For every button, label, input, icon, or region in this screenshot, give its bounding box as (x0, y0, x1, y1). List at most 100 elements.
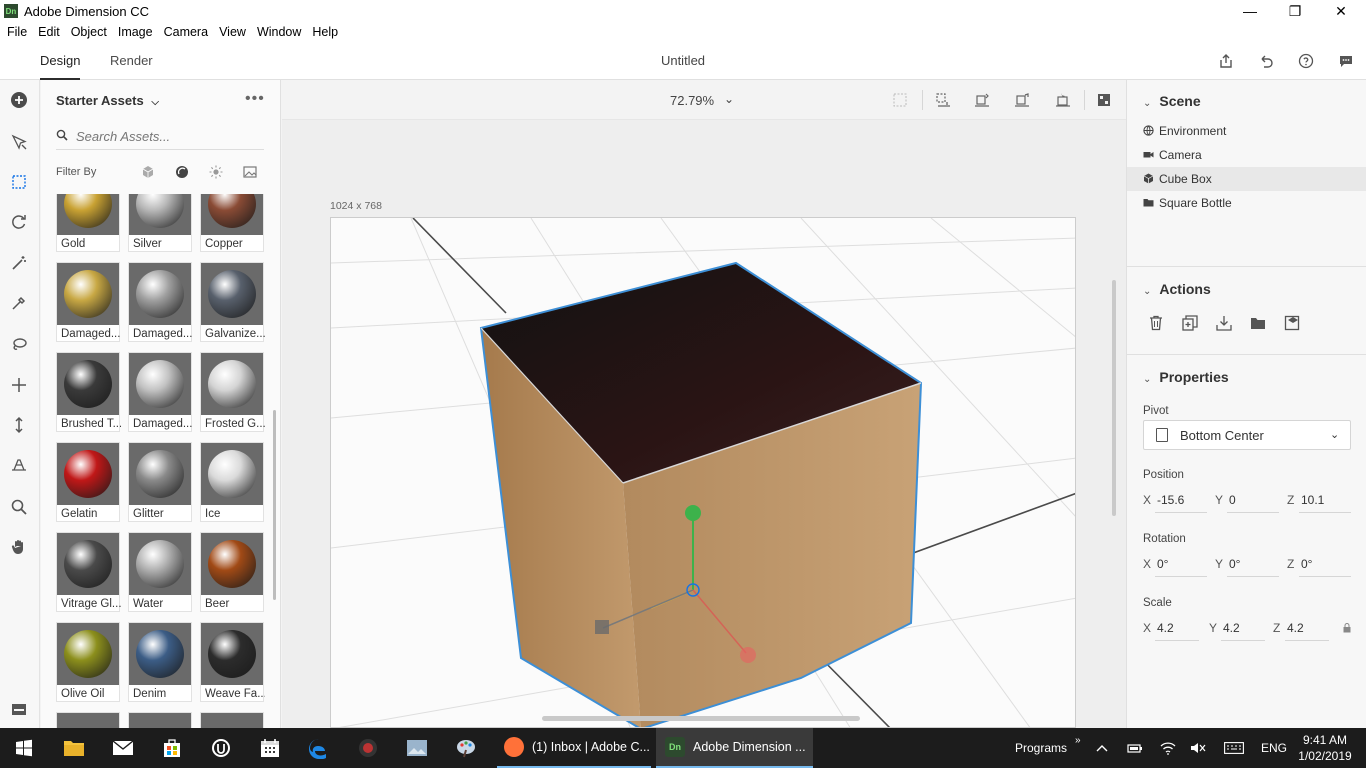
calendar-icon[interactable] (246, 728, 294, 768)
start-icon[interactable] (0, 728, 48, 768)
move-to-origin-icon[interactable] (1012, 90, 1032, 110)
asset-tile[interactable]: Damaged... (128, 352, 192, 432)
keyboard-icon[interactable] (1224, 728, 1244, 768)
store-icon[interactable] (148, 728, 196, 768)
place-on-top-icon[interactable] (1053, 90, 1073, 110)
lock-icon[interactable] (1343, 623, 1351, 635)
programs-toolbar[interactable]: Programs » (1015, 728, 1081, 768)
scale-z-field[interactable]: Z 4.2 (1273, 618, 1339, 641)
export-selected-icon[interactable] (1214, 313, 1234, 333)
search-input[interactable]: Search Assets... (76, 129, 170, 144)
language-indicator[interactable]: ENG (1261, 728, 1287, 768)
scale-x-field[interactable]: X 4.2 (1143, 618, 1209, 641)
battery-icon[interactable] (1127, 728, 1143, 768)
panel-toggle-icon[interactable] (8, 698, 30, 720)
asset-tile[interactable]: Water (128, 532, 192, 612)
group-icon[interactable] (1248, 313, 1268, 333)
delete-icon[interactable] (1146, 313, 1166, 333)
rotation-y-field[interactable]: Y 0° (1215, 554, 1281, 577)
dolly-icon[interactable] (8, 414, 30, 436)
asset-tile[interactable]: Damaged... (56, 262, 120, 342)
zoom-tool-icon[interactable] (8, 496, 30, 518)
restore-button[interactable]: ❐ (1272, 0, 1318, 22)
render-canvas[interactable] (330, 217, 1076, 728)
undo-icon[interactable] (1256, 51, 1276, 71)
duplicate-icon[interactable] (1180, 313, 1200, 333)
asset-tile[interactable]: Olive Oil (56, 622, 120, 702)
align-to-surface-icon[interactable] (972, 90, 992, 110)
asset-tile[interactable]: Glitter (128, 442, 192, 522)
position-z-field[interactable]: Z 10.1 (1287, 490, 1353, 513)
pan-move-icon[interactable] (8, 374, 30, 396)
sample-icon[interactable] (1282, 313, 1302, 333)
asset-tile[interactable]: Copper (200, 194, 264, 252)
asset-tile[interactable]: Gelatin (56, 442, 120, 522)
unreal-engine-icon[interactable] (197, 728, 245, 768)
asset-tile[interactable]: Gold (56, 194, 120, 252)
scene-item-cube-box[interactable]: Cube Box (1127, 167, 1366, 191)
menu-object[interactable]: Object (67, 25, 111, 39)
eyedropper-icon[interactable] (8, 292, 30, 314)
asset-tile[interactable]: Brushed T... (56, 352, 121, 432)
menu-edit[interactable]: Edit (34, 25, 64, 39)
asset-tile[interactable]: Vitrage Gl... (56, 532, 121, 612)
perspective-icon[interactable] (8, 454, 30, 476)
asset-tile[interactable]: Ice (200, 442, 264, 522)
menu-window[interactable]: Window (253, 25, 305, 39)
scene-item-square-bottle[interactable]: Square Bottle (1127, 191, 1366, 215)
paint-app-icon[interactable] (442, 728, 490, 768)
select-tool-icon[interactable] (8, 171, 30, 193)
pivot-dropdown[interactable]: Bottom Center ⌄ (1143, 420, 1351, 450)
asset-tile[interactable]: Beer (200, 532, 264, 612)
scale-y-field[interactable]: Y 4.2 (1209, 618, 1275, 641)
menu-image[interactable]: Image (114, 25, 157, 39)
tray-overflow-icon[interactable] (1096, 728, 1108, 768)
lasso-icon[interactable] (8, 334, 30, 356)
scene-item-camera[interactable]: Camera (1127, 143, 1366, 167)
asset-tile[interactable] (128, 712, 192, 728)
asset-tile[interactable]: Weave Fa... (200, 622, 265, 702)
asset-tile[interactable]: Galvanize... (200, 262, 265, 342)
magic-wand-icon[interactable] (8, 252, 30, 274)
mail-icon[interactable] (99, 728, 147, 768)
help-icon[interactable] (1296, 51, 1316, 71)
taskbar-adobe-dimension[interactable]: Dn Adobe Dimension ... (656, 728, 813, 768)
properties-section-header[interactable]: ⌄ Properties (1143, 369, 1229, 385)
menu-camera[interactable]: Camera (160, 25, 212, 39)
taskbar-firefox-inbox[interactable]: (1) Inbox | Adobe C... (497, 728, 651, 768)
edge-browser-icon[interactable] (295, 728, 343, 768)
assets-title[interactable]: Starter Assets ⌵ (56, 93, 159, 108)
share-icon[interactable] (1216, 51, 1236, 71)
asset-tile[interactable] (56, 712, 120, 728)
position-y-field[interactable]: Y 0 (1215, 490, 1281, 513)
chevron-down-icon[interactable]: ⌄ (724, 92, 734, 106)
add-icon[interactable] (8, 89, 30, 111)
asset-tile[interactable]: Denim (128, 622, 192, 702)
asset-tile[interactable]: Silver (128, 194, 192, 252)
actions-section-header[interactable]: ⌄ Actions (1143, 281, 1211, 297)
minimize-button[interactable]: — (1227, 0, 1273, 22)
viewport-horizontal-scrollbar[interactable] (542, 716, 860, 721)
asset-tile[interactable] (200, 712, 264, 728)
wifi-icon[interactable] (1159, 728, 1177, 768)
light-filter-icon[interactable] (208, 164, 224, 180)
clock[interactable]: 9:41 AM 1/02/2019 (1290, 732, 1360, 764)
position-x-field[interactable]: X -15.6 (1143, 490, 1209, 513)
move-tool-icon[interactable] (8, 131, 30, 153)
asset-tile[interactable]: Damaged... (128, 262, 192, 342)
scene-item-environment[interactable]: Environment (1127, 119, 1366, 143)
comments-icon[interactable] (1336, 51, 1356, 71)
image-filter-icon[interactable] (242, 164, 258, 180)
asset-tile[interactable]: Frosted G... (200, 352, 265, 432)
search-field[interactable]: Search Assets... (56, 126, 264, 150)
more-options-icon[interactable]: ••• (245, 90, 265, 108)
drop-to-ground-icon[interactable] (933, 90, 953, 110)
orbit-tool-icon[interactable] (8, 211, 30, 233)
material-filter-icon[interactable] (174, 164, 190, 180)
model-filter-icon[interactable] (140, 164, 156, 180)
viewport-vertical-scrollbar[interactable] (1112, 280, 1116, 516)
render-preview-icon[interactable] (1094, 90, 1114, 110)
rotation-z-field[interactable]: Z 0° (1287, 554, 1353, 577)
menu-view[interactable]: View (215, 25, 250, 39)
image-viewer-icon[interactable] (393, 728, 441, 768)
